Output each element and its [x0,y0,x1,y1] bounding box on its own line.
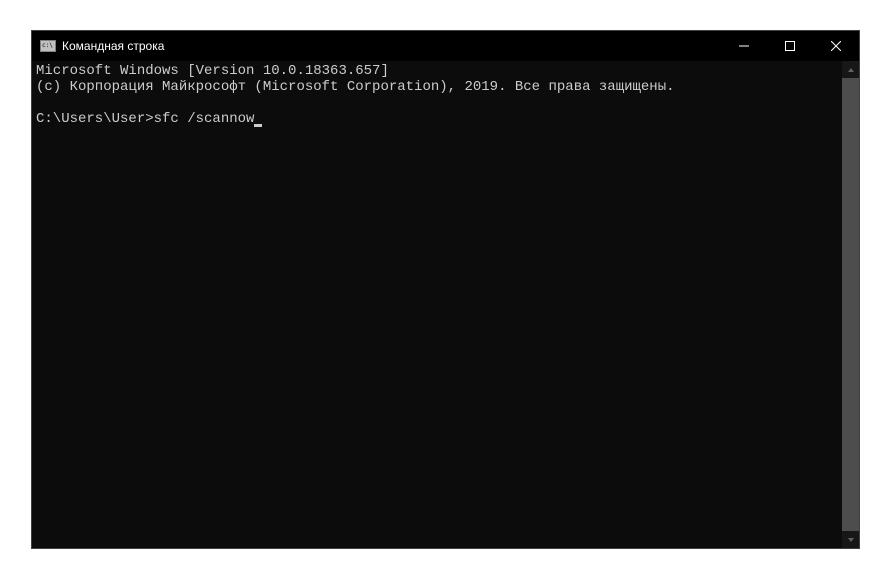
terminal-command: sfc /scannow [154,111,255,127]
window-controls [721,31,859,61]
close-icon [831,41,841,51]
terminal-line-version: Microsoft Windows [Version 10.0.18363.65… [36,63,389,79]
maximize-icon [785,41,795,51]
maximize-button[interactable] [767,31,813,61]
window-title: Командная строка [62,39,164,53]
chevron-up-icon [847,66,855,74]
terminal-cursor [254,124,262,127]
terminal-line-copyright: (c) Корпорация Майкрософт (Microsoft Cor… [36,79,675,95]
terminal-content[interactable]: Microsoft Windows [Version 10.0.18363.65… [32,61,842,548]
titlebar-left: Командная строка [40,39,164,53]
close-button[interactable] [813,31,859,61]
scroll-up-button[interactable] [842,61,859,78]
titlebar[interactable]: Командная строка [32,31,859,61]
scroll-down-button[interactable] [842,531,859,548]
scroll-thumb[interactable] [842,78,859,531]
minimize-icon [739,41,749,51]
scroll-track[interactable] [842,78,859,531]
minimize-button[interactable] [721,31,767,61]
command-prompt-window: Командная строка Microsoft Windows [31,30,860,549]
chevron-down-icon [847,536,855,544]
cmd-icon [40,40,56,52]
vertical-scrollbar[interactable] [842,61,859,548]
terminal-body: Microsoft Windows [Version 10.0.18363.65… [32,61,859,548]
terminal-prompt: C:\Users\User> [36,111,154,127]
